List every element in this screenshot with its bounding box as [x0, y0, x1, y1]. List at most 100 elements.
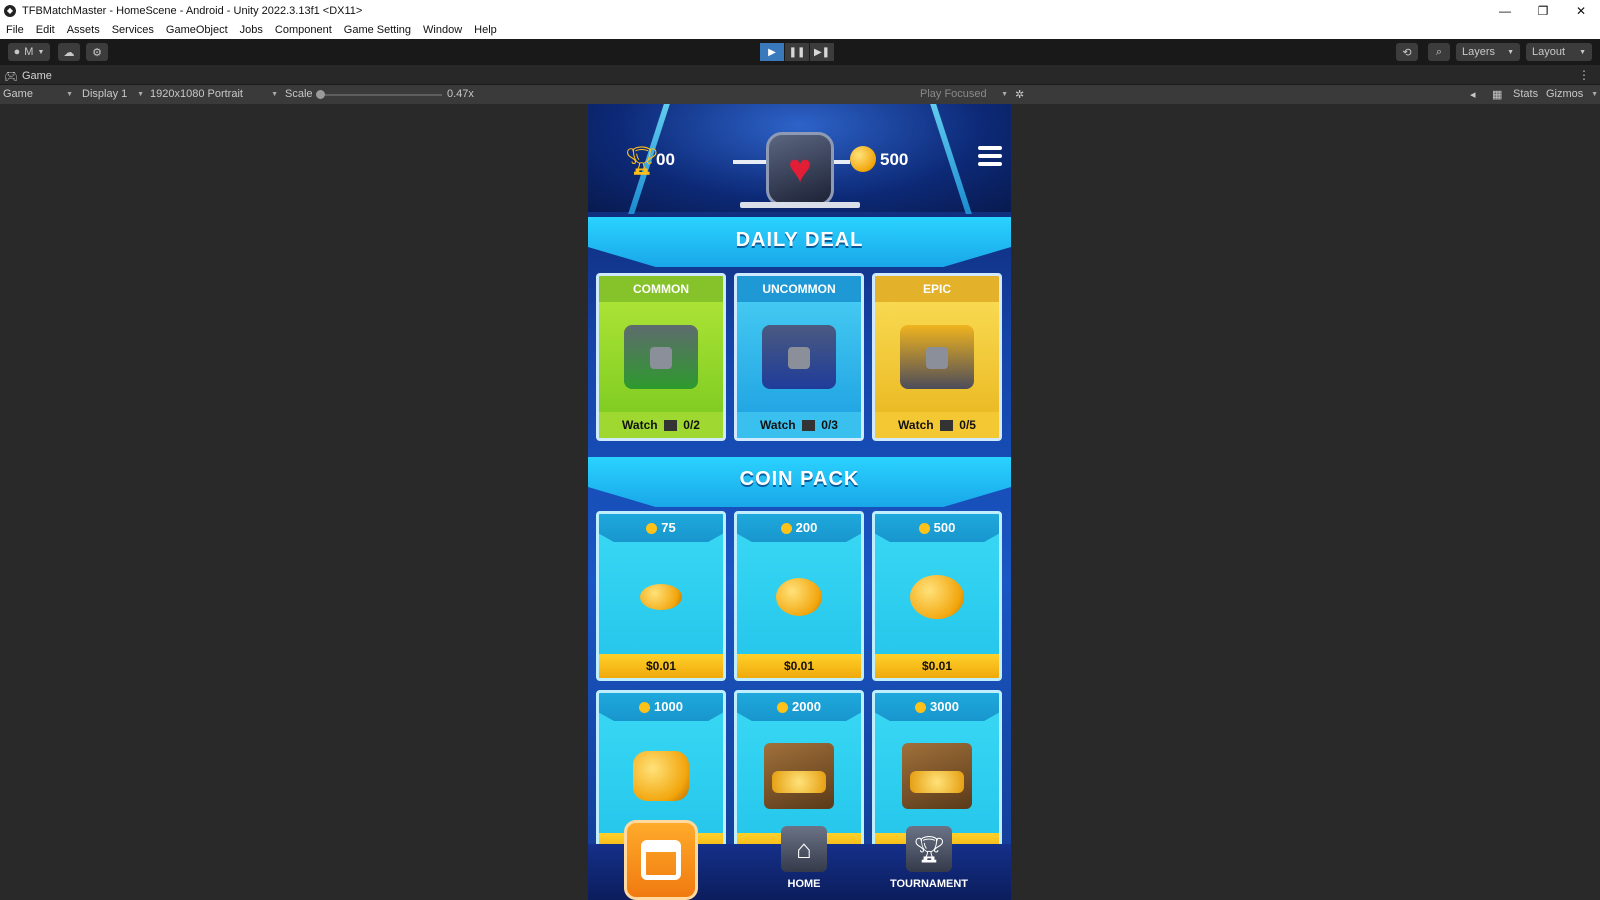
- deal-rarity: EPIC: [875, 276, 999, 302]
- menu-file[interactable]: File: [0, 24, 30, 36]
- chevron-down-icon: ▼: [1579, 48, 1586, 56]
- layout-dropdown[interactable]: Layout ▼: [1526, 43, 1592, 61]
- deal-rarity: COMMON: [599, 276, 723, 302]
- cloud-icon[interactable]: ☁: [58, 43, 80, 61]
- tournament-trophy-icon: 🏆︎: [906, 826, 952, 872]
- play-button[interactable]: ▶: [760, 43, 784, 61]
- gamepad-icon: 🎮︎: [4, 70, 18, 83]
- resolution-dropdown[interactable]: 1920x1080 Portrait ▼: [150, 88, 278, 100]
- deal-card-uncommon[interactable]: UNCOMMON Watch 0/3: [734, 273, 864, 441]
- coin-stack-icon: [910, 575, 964, 619]
- pack-price-button[interactable]: $0.01: [737, 654, 861, 678]
- trophy-count: 00: [656, 150, 675, 169]
- menu-component[interactable]: Component: [269, 24, 338, 36]
- deal-card-common[interactable]: COMMON Watch 0/2: [596, 273, 726, 441]
- layers-label: Layers: [1462, 46, 1496, 58]
- step-button[interactable]: ▶❚: [810, 43, 834, 61]
- heart-bar-right: [834, 160, 850, 164]
- pause-button[interactable]: ❚❚: [785, 43, 809, 61]
- watch-label: Watch: [760, 418, 796, 432]
- pack-amount: 200: [737, 514, 861, 542]
- watch-progress: 0/2: [683, 418, 700, 432]
- minimize-icon[interactable]: —: [1486, 0, 1524, 21]
- gizmos-dropdown[interactable]: Gizmos ▼: [1546, 88, 1598, 100]
- display-dropdown[interactable]: Display 1 ▼: [82, 88, 144, 100]
- layers-dropdown[interactable]: Layers ▼: [1456, 43, 1520, 61]
- watch-label: Watch: [622, 418, 658, 432]
- view-mode-dropdown[interactable]: Game ▼: [3, 88, 73, 100]
- coin-icon: [639, 702, 651, 714]
- coin-icon: [646, 523, 658, 535]
- menu-services[interactable]: Services: [106, 24, 160, 36]
- tournament-label: TOURNAMENT: [889, 878, 968, 890]
- grid-icon[interactable]: ▦: [1492, 88, 1502, 101]
- coin-pack-card[interactable]: 75 $0.01: [596, 511, 726, 681]
- shop-tab-button[interactable]: [624, 820, 698, 900]
- menu-game-setting[interactable]: Game Setting: [338, 24, 417, 36]
- home-label: HOME: [787, 878, 821, 890]
- restore-icon[interactable]: ❐: [1524, 0, 1562, 21]
- pack-art: [875, 542, 999, 652]
- menu-help[interactable]: Help: [468, 24, 503, 36]
- close-icon[interactable]: ✕: [1562, 0, 1600, 21]
- pack-price-button[interactable]: $0.01: [875, 654, 999, 678]
- pack-price-button[interactable]: $0.01: [599, 654, 723, 678]
- pack-amount: 75: [599, 514, 723, 542]
- coin-pack-card[interactable]: 200 $0.01: [734, 511, 864, 681]
- display-label: Display 1: [82, 88, 128, 100]
- video-icon: [939, 420, 953, 432]
- play-mode-dropdown[interactable]: Play Focused ▼: [920, 88, 1008, 100]
- audio-mute-icon[interactable]: ◂: [1470, 88, 1476, 101]
- coin-stack-icon: [633, 751, 689, 801]
- stats-button[interactable]: Stats: [1513, 88, 1538, 100]
- pack-amount: 2000: [737, 693, 861, 721]
- deal-watch[interactable]: Watch 0/5: [875, 412, 999, 438]
- window-title-bar: ◆ TFBMatchMaster - HomeScene - Android -…: [0, 0, 1600, 21]
- chevron-down-icon: ▼: [137, 90, 144, 98]
- scale-value: 0.47x: [447, 88, 474, 100]
- more-options-icon[interactable]: ⋮: [1578, 68, 1590, 82]
- menu-bar: File Edit Assets Services GameObject Job…: [0, 21, 1600, 39]
- tab-game[interactable]: 🎮︎ Game: [4, 67, 52, 85]
- scale-slider-track[interactable]: [320, 94, 442, 96]
- watch-progress: 0/3: [821, 418, 838, 432]
- menu-window[interactable]: Window: [417, 24, 468, 36]
- view-mode-label: Game: [3, 88, 33, 100]
- coin-pack-title: COIN PACK: [739, 468, 860, 490]
- tournament-tab-button[interactable]: 🏆︎ TOURNAMENT: [884, 826, 974, 890]
- daily-deal-title: DAILY DEAL: [735, 229, 864, 251]
- heart-base: [740, 202, 860, 208]
- layout-label: Layout: [1532, 46, 1566, 58]
- menu-jobs[interactable]: Jobs: [234, 24, 269, 36]
- coin-stack-icon: [640, 584, 682, 610]
- video-icon: [663, 420, 677, 432]
- menu-edit[interactable]: Edit: [30, 24, 61, 36]
- heart-icon: ♥: [788, 146, 812, 191]
- coin-icon: [850, 146, 876, 172]
- uncommon-chest-icon: [762, 325, 836, 389]
- account-label: M: [24, 46, 34, 58]
- deal-card-epic[interactable]: EPIC Watch 0/5: [872, 273, 1002, 441]
- trophy-icon: 🏆︎: [624, 145, 660, 176]
- account-dropdown[interactable]: ● M ▼: [8, 43, 50, 61]
- home-tab-button[interactable]: ⌂ HOME: [759, 826, 849, 890]
- window-title: TFBMatchMaster - HomeScene - Android - U…: [22, 4, 363, 17]
- deal-watch[interactable]: Watch 0/2: [599, 412, 723, 438]
- hamburger-menu-icon[interactable]: [978, 146, 1002, 166]
- scale-slider-handle[interactable]: [316, 90, 325, 99]
- main-toolbar: ● M ▼ ☁ ⚙ ▶ ❚❚ ▶❚ ⟲ ⌕ Layers ▼ Layout ▼: [0, 39, 1600, 65]
- history-icon[interactable]: ⟲: [1396, 43, 1418, 61]
- coin-icon: [780, 523, 792, 535]
- coin-pack-card[interactable]: 500 $0.01: [872, 511, 1002, 681]
- collab-icon[interactable]: ⚙: [86, 43, 108, 61]
- pack-art: [599, 721, 723, 831]
- deal-watch[interactable]: Watch 0/3: [737, 412, 861, 438]
- menu-gameobject[interactable]: GameObject: [160, 24, 234, 36]
- bug-icon[interactable]: ✲: [1015, 88, 1024, 101]
- pack-amount: 500: [875, 514, 999, 542]
- top-hud: 🏆︎ 00 ♥ 500: [588, 104, 1011, 214]
- chevron-down-icon: ▼: [1591, 90, 1598, 98]
- menu-assets[interactable]: Assets: [61, 24, 106, 36]
- search-icon[interactable]: ⌕: [1428, 43, 1450, 61]
- lives-heart-button[interactable]: ♥: [766, 132, 834, 206]
